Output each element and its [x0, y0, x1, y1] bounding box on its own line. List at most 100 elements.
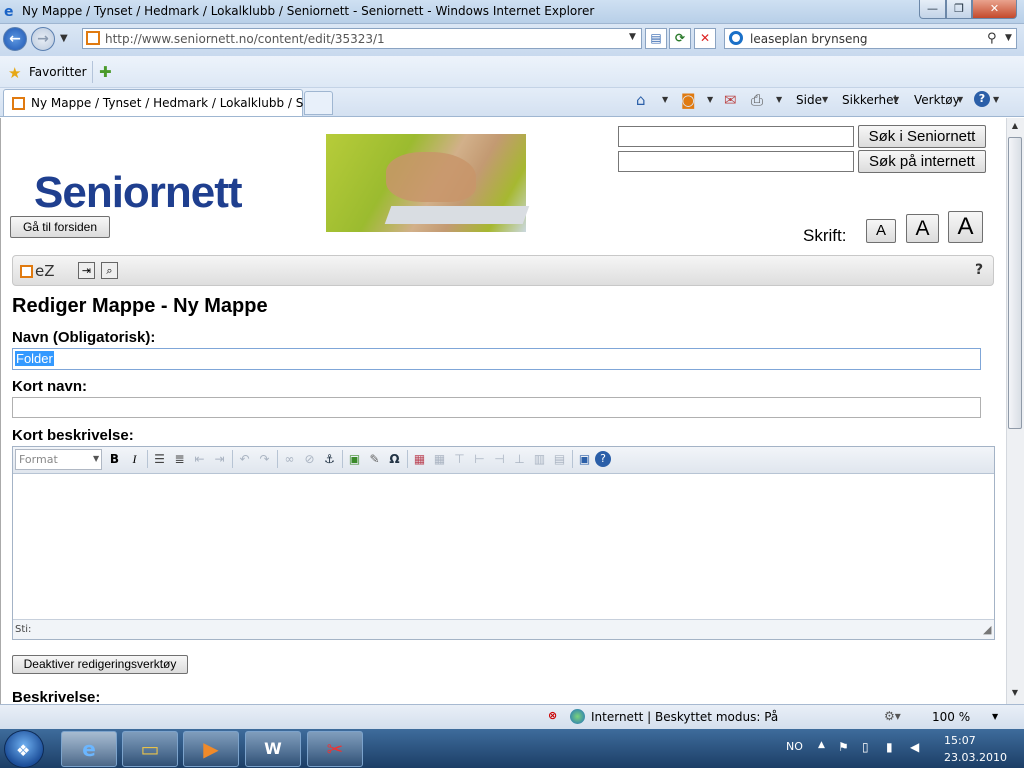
- merge-cell-icon[interactable]: ▤: [550, 450, 569, 468]
- printer-icon[interactable]: ⎙: [751, 91, 763, 109]
- sikkerhet-dropdown-icon[interactable]: ▼: [893, 95, 899, 104]
- taskbar-word-icon[interactable]: W: [245, 731, 301, 767]
- insert-image-icon[interactable]: ▣: [345, 450, 364, 468]
- help-dropdown-icon[interactable]: ▼: [993, 95, 999, 104]
- font-small-button[interactable]: A: [866, 219, 896, 243]
- redo-icon[interactable]: ↷: [255, 450, 274, 468]
- favorites-button[interactable]: Favoritter: [29, 65, 87, 79]
- insert-row-icon[interactable]: ⊤: [450, 450, 469, 468]
- zoom-level[interactable]: 100 %: [932, 710, 970, 724]
- verktoy-dropdown-icon[interactable]: ▼: [957, 95, 963, 104]
- rss-dropdown-icon[interactable]: ▼: [707, 95, 713, 104]
- start-button[interactable]: ❖: [4, 730, 44, 768]
- split-cell-icon[interactable]: ▥: [530, 450, 549, 468]
- menu-side[interactable]: Side: [796, 93, 822, 107]
- anchor-icon[interactable]: ⚓: [320, 450, 339, 468]
- rss-icon[interactable]: ◙: [681, 91, 696, 109]
- add-favorite-icon[interactable]: ✚: [99, 63, 112, 81]
- home-page-button[interactable]: Gå til forsiden: [10, 216, 110, 238]
- link-icon[interactable]: ∞: [280, 450, 299, 468]
- bold-icon[interactable]: B: [105, 450, 124, 468]
- disable-editor-button[interactable]: Deaktiver redigeringsverktøy: [12, 655, 188, 674]
- search-icon[interactable]: ⚲: [987, 31, 997, 46]
- format-select[interactable]: Format ▼: [15, 449, 102, 470]
- browser-search-box[interactable]: leaseplan brynseng ⚲ ▼: [724, 28, 1017, 49]
- taskbar-ie-icon[interactable]: e: [61, 731, 117, 767]
- delete-row-icon[interactable]: ⊣: [490, 450, 509, 468]
- scroll-down-arrow-icon[interactable]: ▼: [1006, 688, 1024, 702]
- web-search-input[interactable]: [618, 151, 854, 172]
- unlink-icon[interactable]: ⊘: [300, 450, 319, 468]
- print-dropdown-icon[interactable]: ▼: [776, 95, 782, 104]
- short-name-input[interactable]: [12, 397, 981, 418]
- maximize-button[interactable]: ❐: [946, 0, 972, 19]
- taskbar-snipping-tool-icon[interactable]: ✂: [307, 731, 363, 767]
- home-dropdown-icon[interactable]: ▼: [662, 95, 668, 104]
- compatibility-view-button[interactable]: ▤: [645, 28, 667, 49]
- ez-preview-icon[interactable]: ⌕: [101, 262, 118, 279]
- ez-exit-icon[interactable]: ⇥: [78, 262, 95, 279]
- indent-icon[interactable]: ⇥: [210, 450, 229, 468]
- recent-pages-dropdown[interactable]: ▼: [60, 33, 68, 44]
- forward-button[interactable]: →: [31, 27, 55, 51]
- side-dropdown-icon[interactable]: ▼: [822, 95, 828, 104]
- protected-mode-icon[interactable]: ⚙▾: [884, 709, 901, 723]
- undo-icon[interactable]: ↶: [235, 450, 254, 468]
- search-web-button[interactable]: Søk på internett: [858, 150, 986, 173]
- name-input-value[interactable]: Folder: [15, 351, 54, 366]
- scrollbar-thumb[interactable]: [1008, 137, 1022, 429]
- volume-icon[interactable]: ◀: [910, 740, 919, 754]
- search-site-button[interactable]: Søk i Seniornett: [858, 125, 986, 148]
- insert-column-icon[interactable]: ⊢: [470, 450, 489, 468]
- delete-table-icon[interactable]: ▦: [430, 450, 449, 468]
- clock-date[interactable]: 23.03.2010: [944, 751, 1007, 764]
- favorites-star-icon[interactable]: ★: [8, 64, 21, 82]
- security-zone-text[interactable]: Internett | Beskyttet modus: På: [591, 710, 778, 724]
- taskbar-explorer-icon[interactable]: ▭: [122, 731, 178, 767]
- stop-button[interactable]: ✕: [694, 28, 716, 49]
- action-center-flag-icon[interactable]: ⚑: [838, 740, 849, 754]
- taskbar-media-player-icon[interactable]: ▶: [183, 731, 239, 767]
- clock-time[interactable]: 15:07: [944, 734, 976, 747]
- tab-active[interactable]: Ny Mappe / Tynset / Hedmark / Lokalklubb…: [3, 89, 330, 116]
- resize-grip-icon[interactable]: ◢: [983, 623, 991, 636]
- ez-logo[interactable]: eZ: [20, 262, 55, 280]
- address-bar[interactable]: http://www.seniornett.no/content/edit/35…: [82, 28, 642, 49]
- device-icon[interactable]: ▯: [862, 740, 869, 754]
- numbered-list-icon[interactable]: ≣: [170, 450, 189, 468]
- search-query[interactable]: leaseplan brynseng: [750, 32, 868, 46]
- name-input[interactable]: Folder: [12, 348, 981, 370]
- site-logo[interactable]: Seniornett: [6, 122, 306, 217]
- search-options-icon[interactable]: ▼: [1005, 33, 1012, 43]
- page-error-icon[interactable]: ⊗: [548, 709, 563, 724]
- italic-icon[interactable]: I: [125, 450, 144, 468]
- insert-table-icon[interactable]: ▦: [410, 450, 429, 468]
- site-search-input[interactable]: [618, 126, 854, 147]
- back-button[interactable]: ←: [3, 27, 27, 51]
- special-character-icon[interactable]: Ω: [385, 450, 404, 468]
- outdent-icon[interactable]: ⇤: [190, 450, 209, 468]
- mail-icon[interactable]: ✉: [724, 91, 737, 109]
- menu-verktoy[interactable]: Verktøy: [914, 93, 960, 107]
- bullet-list-icon[interactable]: ☰: [150, 450, 169, 468]
- font-medium-button[interactable]: A: [906, 214, 939, 243]
- delete-column-icon[interactable]: ⊥: [510, 450, 529, 468]
- new-tab-button[interactable]: [304, 91, 333, 115]
- show-hidden-icons-icon[interactable]: ▲: [818, 740, 825, 750]
- close-window-button[interactable]: ✕: [972, 0, 1017, 19]
- menu-sikkerhet[interactable]: Sikkerhet: [842, 93, 898, 107]
- source-view-icon[interactable]: ▣: [575, 450, 594, 468]
- language-indicator[interactable]: NO: [786, 740, 803, 753]
- font-large-button[interactable]: A: [948, 211, 983, 243]
- help-icon[interactable]: ?: [974, 91, 990, 107]
- format-dropdown-icon[interactable]: ▼: [93, 454, 99, 463]
- network-icon[interactable]: ▮: [886, 740, 893, 754]
- refresh-button[interactable]: ⟳: [669, 28, 691, 49]
- rich-text-editor[interactable]: [12, 446, 995, 640]
- zoom-dropdown-icon[interactable]: ▼: [992, 712, 998, 721]
- home-icon[interactable]: ⌂: [636, 91, 646, 109]
- scroll-up-arrow-icon[interactable]: ▲: [1006, 121, 1024, 135]
- editor-help-icon[interactable]: ?: [595, 451, 611, 467]
- address-dropdown-icon[interactable]: ▼: [629, 32, 636, 42]
- minimize-button[interactable]: —: [919, 0, 946, 19]
